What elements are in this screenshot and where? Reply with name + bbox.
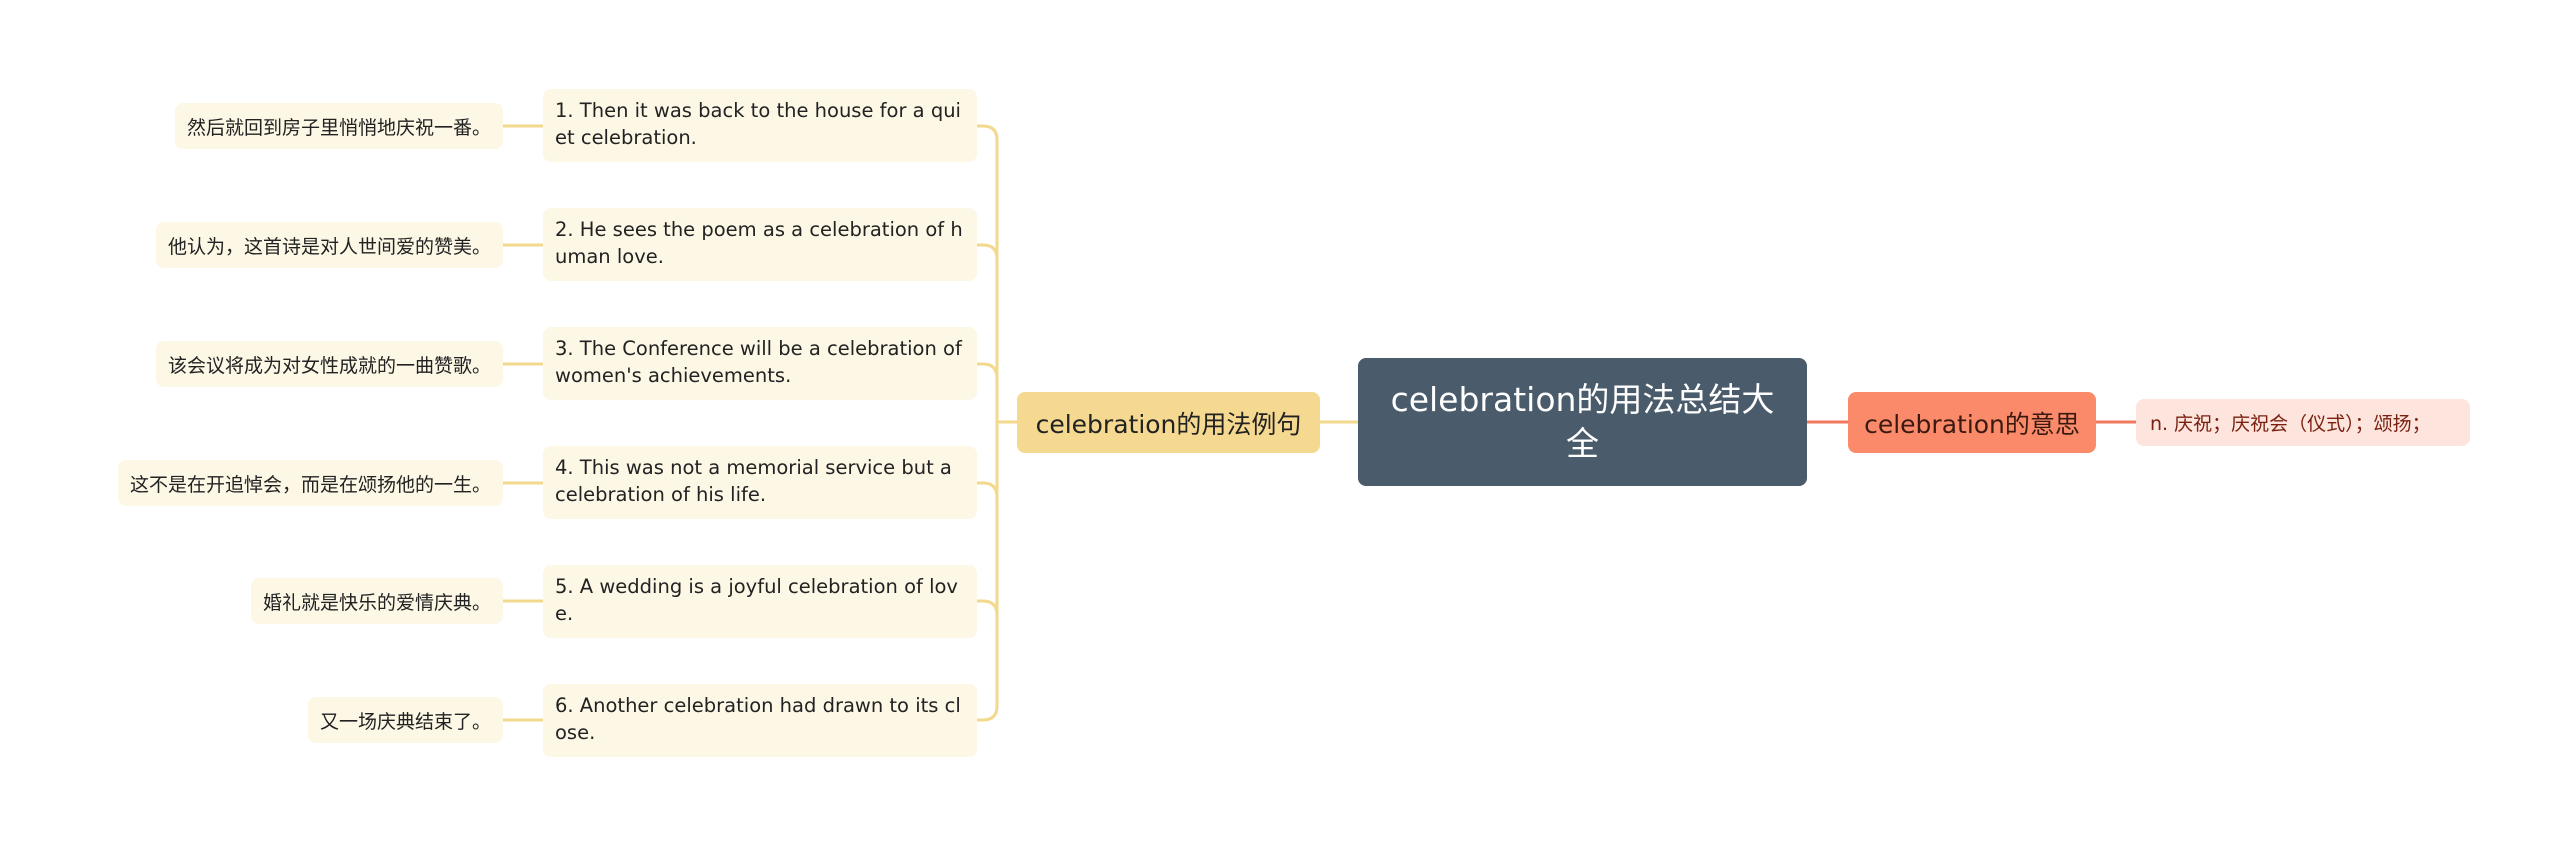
meaning-branch-node[interactable]: celebration的意思 <box>1848 392 2096 453</box>
example-translation-text: 又一场庆典结束了。 <box>319 710 491 733</box>
example-sentence-node[interactable]: 6. Another celebration had drawn to its … <box>543 684 977 757</box>
connector-spine <box>977 124 999 722</box>
example-translation-text: 他认为，这首诗是对人世间爱的赞美。 <box>167 235 491 258</box>
example-sentence-text: 1. Then it was back to the house for a q… <box>555 99 961 149</box>
example-sentence-node[interactable]: 5. A wedding is a joyful celebration of … <box>543 565 977 638</box>
connector-example <box>977 243 999 260</box>
example-sentence-node[interactable]: 1. Then it was back to the house for a q… <box>543 89 977 162</box>
connector-example <box>977 599 999 616</box>
meaning-branch-label: celebration的意思 <box>1864 409 2080 439</box>
connector-example <box>977 362 999 379</box>
example-sentence-text: 2. He sees the poem as a celebration of … <box>555 218 963 268</box>
example-sentence-text: 5. A wedding is a joyful celebration of … <box>555 575 958 625</box>
example-sentence-text: 3. The Conference will be a celebration … <box>555 337 962 387</box>
examples-branch-label: celebration的用法例句 <box>1035 409 1302 439</box>
example-sentence-node[interactable]: 4. This was not a memorial service but a… <box>543 446 977 519</box>
root-title: celebration的用法总结大全 <box>1390 380 1775 463</box>
root-node[interactable]: celebration的用法总结大全 <box>1358 358 1807 486</box>
example-translation-node[interactable]: 然后就回到房子里悄悄地庆祝一番。 <box>174 103 503 149</box>
examples-branch-node[interactable]: celebration的用法例句 <box>1017 392 1320 453</box>
example-translation-text: 然后就回到房子里悄悄地庆祝一番。 <box>186 116 491 139</box>
example-sentence-text: 6. Another celebration had drawn to its … <box>555 694 961 744</box>
example-translation-node[interactable]: 又一场庆典结束了。 <box>307 697 503 743</box>
example-translation-text: 这不是在开追悼会，而是在颂扬他的一生。 <box>129 473 491 496</box>
example-sentence-node[interactable]: 3. The Conference will be a celebration … <box>543 327 977 400</box>
example-translation-text: 婚礼就是快乐的爱情庆典。 <box>262 591 491 614</box>
example-sentence-node[interactable]: 2. He sees the poem as a celebration of … <box>543 208 977 281</box>
connector-example <box>977 481 999 498</box>
example-translation-node[interactable]: 他认为，这首诗是对人世间爱的赞美。 <box>155 222 503 268</box>
example-translation-text: 该会议将成为对女性成就的一曲赞歌。 <box>167 354 491 377</box>
meaning-definition-node[interactable]: n. 庆祝；庆祝会（仪式）；颂扬； <box>2136 399 2470 446</box>
meaning-definition: n. 庆祝；庆祝会（仪式）；颂扬； <box>2150 413 2431 435</box>
example-translation-node[interactable]: 该会议将成为对女性成就的一曲赞歌。 <box>155 341 503 387</box>
example-translation-node[interactable]: 这不是在开追悼会，而是在颂扬他的一生。 <box>117 460 503 506</box>
example-translation-node[interactable]: 婚礼就是快乐的爱情庆典。 <box>250 578 503 624</box>
example-sentence-text: 4. This was not a memorial service but a… <box>555 456 952 506</box>
